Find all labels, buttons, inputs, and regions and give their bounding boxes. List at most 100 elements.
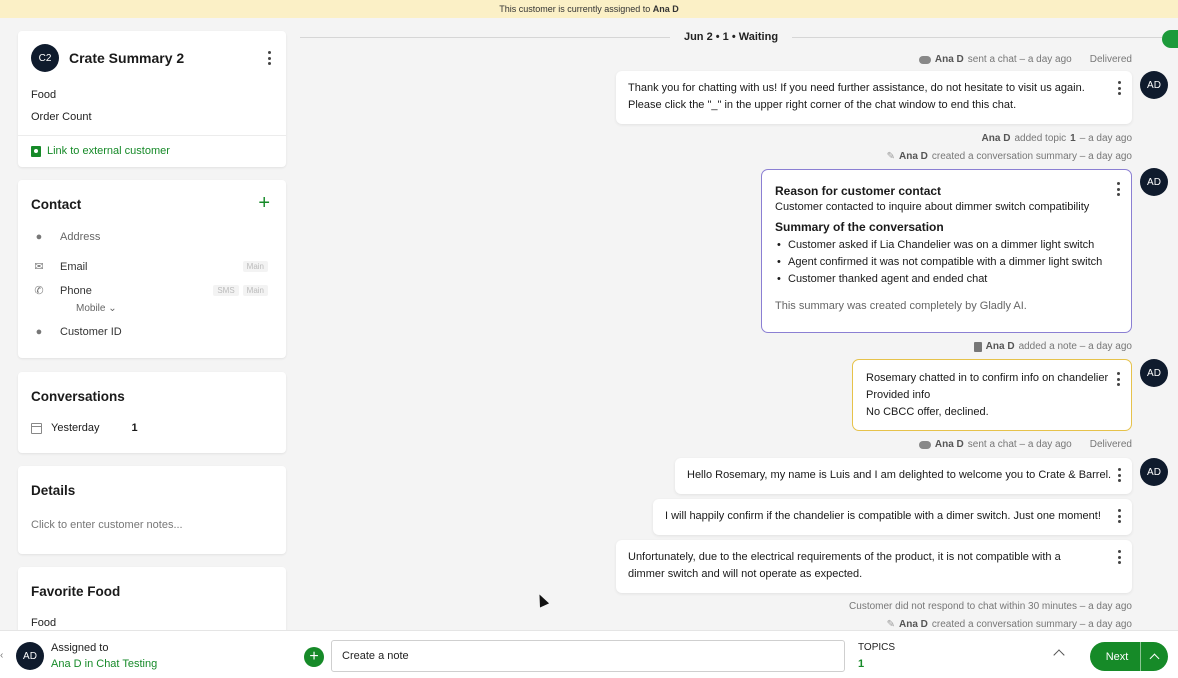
chevron-up-icon [1149, 653, 1160, 664]
phone-label: Phone [60, 284, 92, 297]
kebab-icon[interactable] [1111, 182, 1125, 196]
chat-message[interactable]: Hello Rosemary, my name is Luis and I am… [675, 458, 1132, 494]
details-title: Details [31, 483, 76, 498]
delivered-status: Delivered [1089, 439, 1132, 450]
next-label: Next [1105, 650, 1129, 663]
message-line: I will happily confirm if the chandelier… [665, 510, 1101, 522]
kebab-icon[interactable] [1112, 509, 1126, 523]
banner-agent: Ana D [652, 4, 679, 14]
conversations-title: Conversations [31, 389, 125, 404]
conversations-card: Conversations Yesterday 1 [18, 372, 286, 453]
pen-icon: ✎ [886, 151, 895, 162]
assigned-label: Assigned to [51, 642, 109, 654]
calendar-icon [31, 422, 42, 434]
agent-avatar: AD [1140, 71, 1168, 99]
topics-label: TOPICS [858, 642, 896, 653]
conversation-date: Yesterday [51, 422, 100, 434]
summary-bullets: Customer asked if Lia Chandelier was on … [775, 237, 1118, 288]
kebab-icon[interactable] [1112, 550, 1126, 564]
phone-tag-sms: SMS [213, 285, 239, 296]
address-label: Address [60, 231, 101, 243]
favorite-food-value[interactable]: Food [31, 617, 56, 629]
agent-avatar: AD [1140, 168, 1168, 196]
message-line: dimmer switch and will not operate as ex… [628, 568, 863, 580]
chat-bubble-icon [918, 440, 931, 449]
agent-avatar: AD [1140, 458, 1168, 486]
summary-bullet: Customer thanked agent and ended chat [775, 271, 1118, 288]
customer-sidebar: C2 Crate Summary 2 Food Order Count Link… [0, 18, 300, 630]
summary-footer: This summary was created completely by G… [775, 300, 1027, 312]
phone-type-select[interactable]: Mobile ⌄ [76, 303, 117, 314]
contact-phone-row[interactable]: ✆ Phone SMS Main [31, 284, 268, 297]
message-line: Unfortunately, due to the electrical req… [628, 551, 1061, 563]
email-icon: ✉ [34, 261, 44, 273]
link-icon [31, 145, 41, 157]
meta-chat-sent: Ana Dsent a chat – a day ago Delivered [918, 54, 1132, 65]
chat-message[interactable]: I will happily confirm if the chandelier… [653, 499, 1132, 535]
customer-field-food[interactable]: Food [31, 89, 56, 101]
chevron-up-icon[interactable] [1053, 649, 1065, 661]
customer-id-label: Customer ID [60, 326, 122, 338]
person-icon: ● [35, 326, 43, 338]
conversation-count: 1 [131, 422, 138, 434]
ai-summary-card[interactable]: Reason for customer contact Customer con… [761, 169, 1132, 333]
contact-address-row[interactable]: ● Address [31, 231, 268, 243]
assigned-value[interactable]: Ana D in Chat Testing [51, 658, 157, 670]
email-tag: Main [242, 261, 268, 272]
customer-profile-card: C2 Crate Summary 2 Food Order Count Link… [18, 31, 286, 167]
favorite-food-card: Favorite Food Food [18, 567, 286, 630]
kebab-icon[interactable] [262, 51, 276, 65]
message-line: Thank you for chatting with us! If you n… [628, 82, 1085, 94]
green-tab-icon[interactable] [1162, 30, 1178, 48]
chat-message[interactable]: Unfortunately, due to the electrical req… [616, 540, 1132, 593]
meta-summary-created: ✎ Ana Dcreated a conversation summary – … [886, 151, 1132, 162]
next-button[interactable]: Next [1090, 642, 1168, 671]
link-external-customer-button[interactable]: Link to external customer [31, 145, 170, 157]
contact-title: Contact [31, 197, 82, 212]
customer-name[interactable]: Crate Summary 2 [69, 50, 262, 66]
customer-header: C2 Crate Summary 2 [31, 44, 276, 72]
kebab-icon[interactable] [1112, 468, 1126, 482]
kebab-icon[interactable] [1111, 372, 1125, 386]
conversation-feed[interactable]: Jun 2 • 1 • Waiting Ana Dsent a chat – a… [300, 18, 1178, 630]
email-label: Email [60, 260, 88, 273]
add-note-button[interactable]: + [304, 647, 324, 667]
message-line: Hello Rosemary, my name is Luis and I am… [687, 469, 1112, 481]
phone-tag-main: Main [242, 285, 268, 296]
topics-count[interactable]: 1 [858, 658, 864, 670]
note-line: Provided info [866, 389, 931, 401]
meta-no-response: Customer did not respond to chat within … [849, 601, 1132, 612]
contact-email-row[interactable]: ✉ Email Main [31, 260, 268, 273]
assignee-avatar: AD [16, 642, 44, 670]
customer-field-order-count[interactable]: Order Count [31, 111, 92, 123]
banner-text: This customer is currently assigned to [499, 4, 651, 14]
next-menu-button[interactable] [1140, 642, 1168, 671]
conversation-row[interactable]: Yesterday 1 [31, 422, 138, 434]
customer-notes-field[interactable]: Click to enter customer notes... [31, 519, 183, 531]
chat-message[interactable]: Thank you for chatting with us! If you n… [616, 71, 1132, 124]
message-line: Please click the "_" in the upper right … [628, 99, 1017, 111]
meta-topic-added: Ana Dadded topic 1– a day ago [981, 133, 1132, 144]
phone-icon: ✆ [34, 285, 44, 297]
link-external-label: Link to external customer [47, 145, 170, 157]
note-icon [973, 341, 982, 352]
note-line: Rosemary chatted in to confirm info on c… [866, 372, 1109, 384]
details-card: Details Click to enter customer notes... [18, 466, 286, 554]
customer-avatar: C2 [31, 44, 59, 72]
collapse-chevron-icon[interactable]: ‹ [0, 650, 3, 661]
date-separator: Jun 2 • 1 • Waiting [300, 31, 1162, 43]
internal-note-card[interactable]: Rosemary chatted in to confirm info on c… [852, 359, 1132, 431]
meta-note-added: Ana Dadded a note – a day ago [973, 341, 1132, 352]
meta-summary-created: ✎ Ana Dcreated a conversation summary – … [886, 619, 1132, 630]
summary-bullet: Agent confirmed it was not compatible wi… [775, 254, 1118, 271]
agent-avatar: AD [1140, 359, 1168, 387]
summary-bullet: Customer asked if Lia Chandelier was on … [775, 237, 1118, 254]
pen-icon: ✎ [886, 619, 895, 630]
create-note-input[interactable] [331, 640, 845, 672]
contact-customer-id-row[interactable]: ● Customer ID [31, 326, 268, 338]
plus-icon[interactable]: + [258, 193, 270, 213]
summary-reason: Customer contacted to inquire about dimm… [775, 201, 1090, 213]
meta-chat-sent: Ana Dsent a chat – a day ago Delivered [918, 439, 1132, 450]
footer-bar: AD Assigned to Ana D in Chat Testing + T… [0, 630, 1178, 678]
kebab-icon[interactable] [1112, 81, 1126, 95]
